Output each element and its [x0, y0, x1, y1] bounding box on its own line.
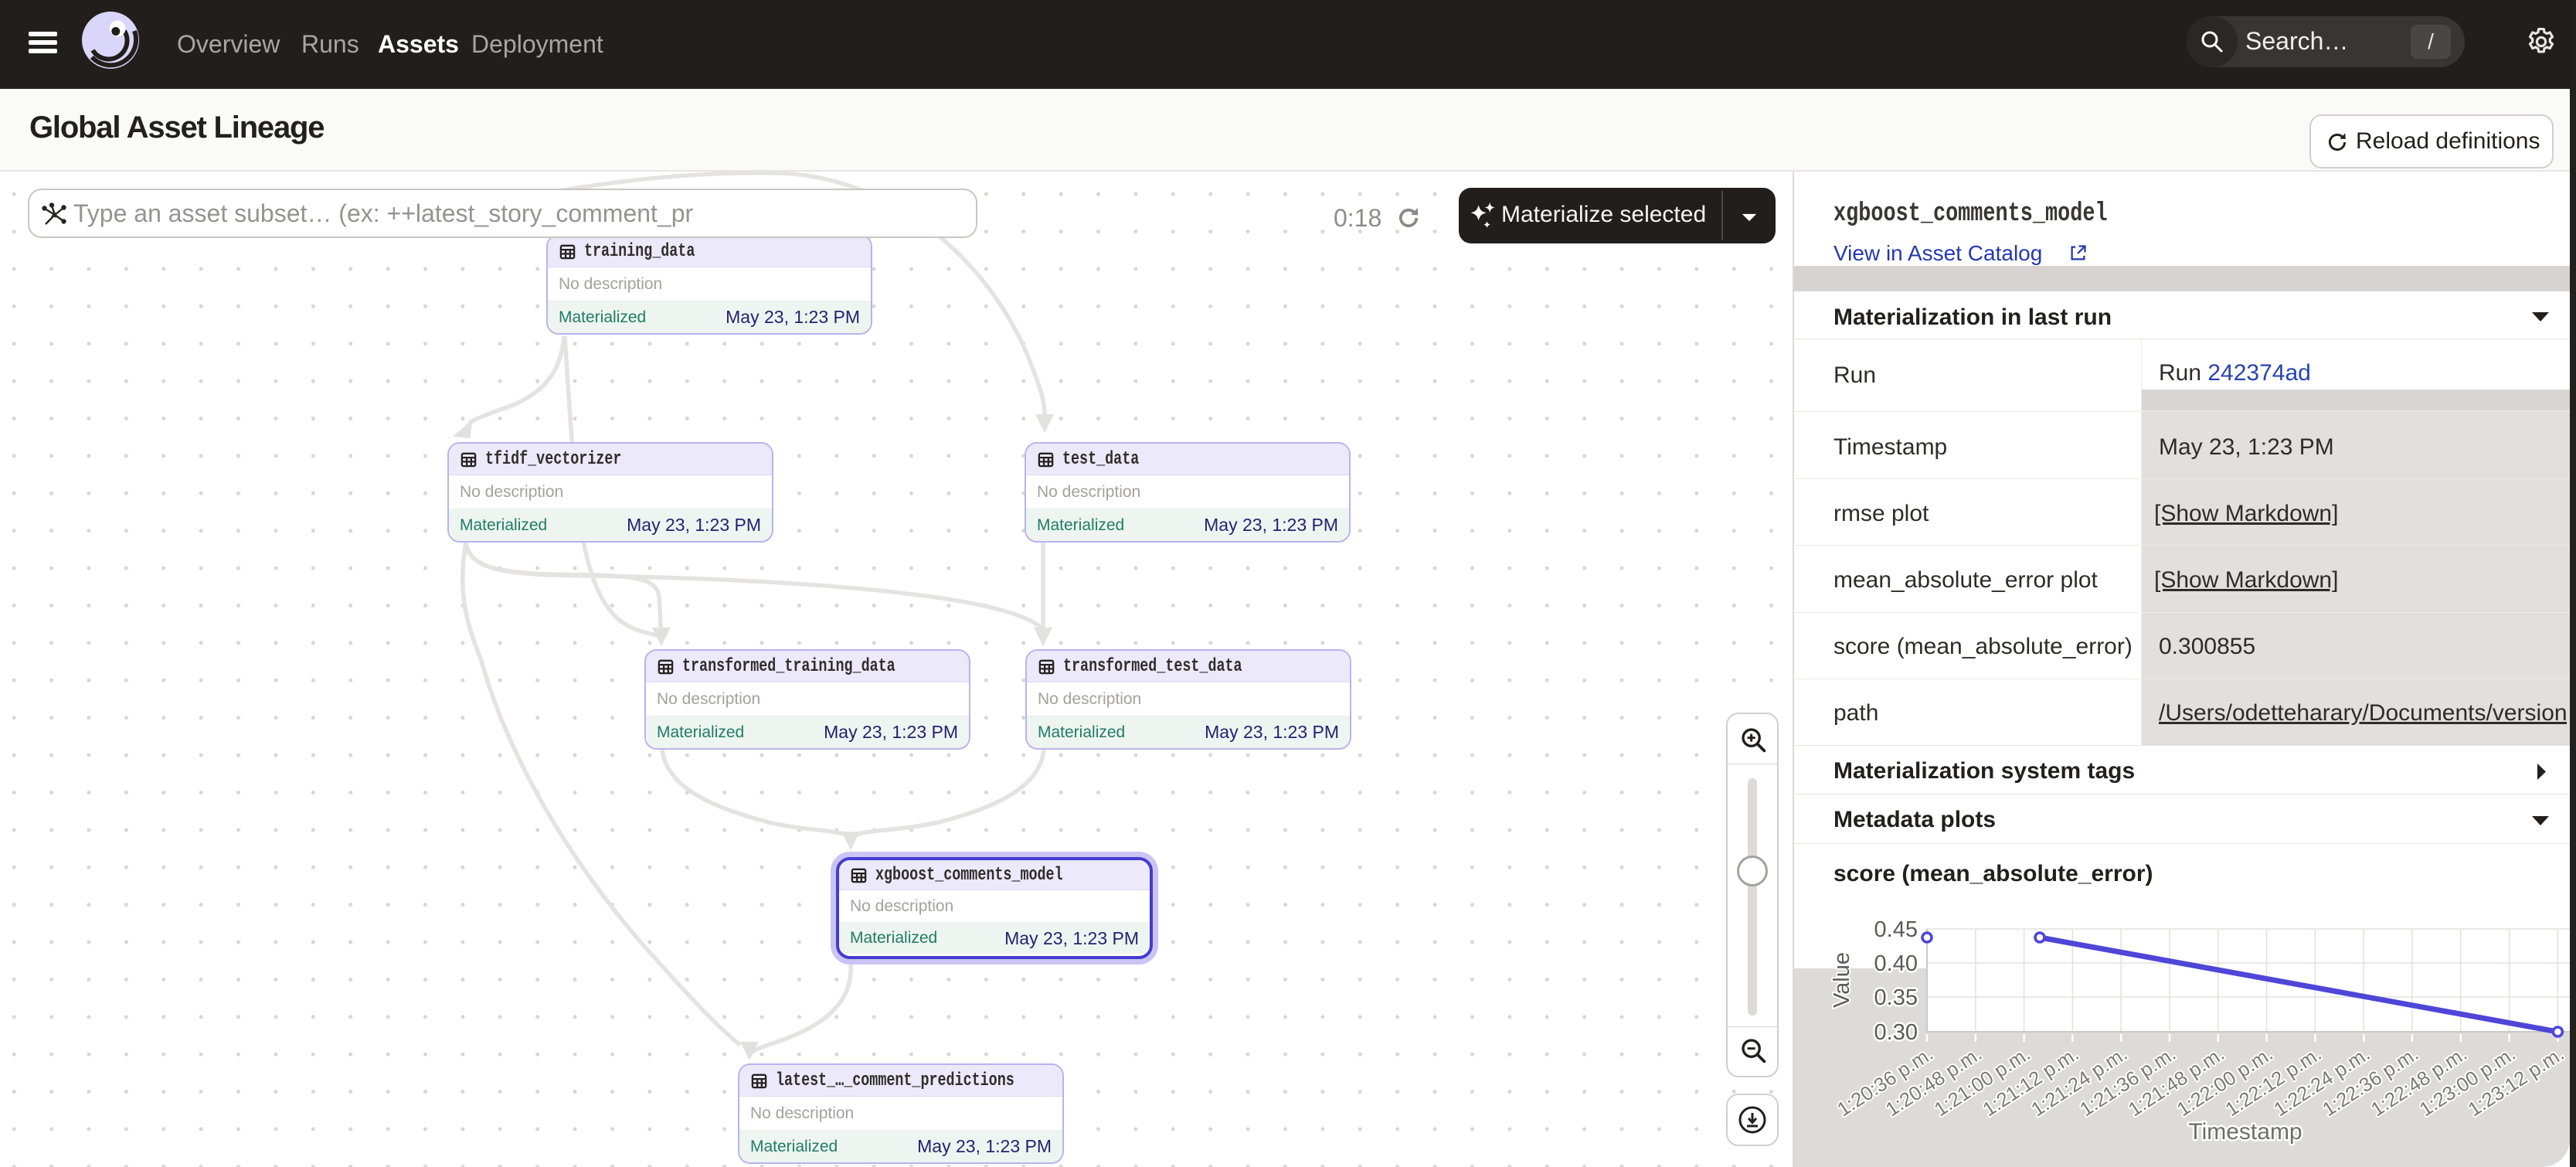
svg-text:0.35: 0.35	[1874, 985, 1918, 1010]
svg-text:0.30: 0.30	[1874, 1020, 1918, 1045]
svg-text:Timestamp: Timestamp	[2188, 1119, 2302, 1145]
svg-text:Value: Value	[1830, 952, 1854, 1008]
svg-text:0.45: 0.45	[1874, 917, 1918, 942]
svg-text:0.40: 0.40	[1874, 951, 1918, 976]
